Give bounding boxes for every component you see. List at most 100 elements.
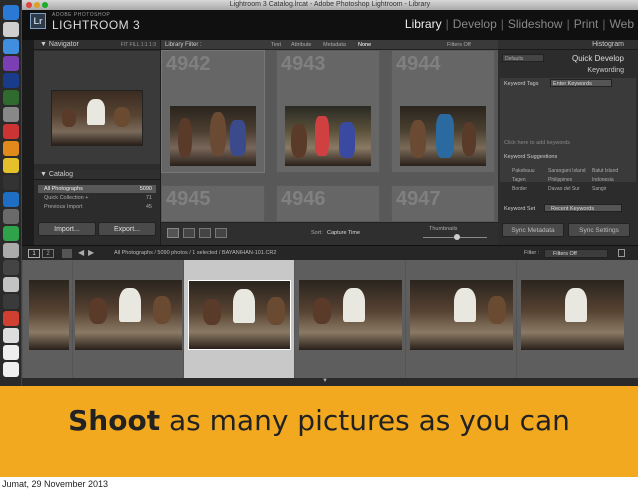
skype-icon[interactable] [3,5,19,20]
app-icon[interactable] [3,107,19,122]
app-icon[interactable] [3,311,19,326]
app-icon[interactable] [3,328,19,343]
filmstrip-filter-select[interactable]: Filters Off [544,249,608,258]
window-2-button[interactable]: 2 [42,249,54,258]
loupe-view-icon[interactable] [183,228,195,238]
trash-icon[interactable] [3,362,19,377]
app-icon[interactable] [3,345,19,360]
catalog-item-quick-collection[interactable]: Quick Collection + 71 [38,194,156,202]
suggestion-5[interactable]: Indonesia [592,177,614,183]
module-slideshow[interactable]: Slideshow [508,17,563,31]
suggestion-1[interactable]: Sarangani Island [548,168,586,174]
catalog-header[interactable]: ▼ Catalog [34,170,160,180]
module-print[interactable]: Print [574,17,599,31]
suggestion-7[interactable]: Davao del Sur [548,186,580,192]
app-icon[interactable] [3,277,19,292]
app-icon[interactable] [3,90,19,105]
histogram-header[interactable]: Histogram [498,40,638,50]
module-web[interactable]: Web [610,17,634,31]
grid-cell[interactable]: 4947 [391,185,495,222]
module-library[interactable]: Library [405,17,442,31]
grid-cell[interactable]: 4943 [276,50,380,173]
film-photo [410,280,513,350]
catalog-item-all-photographs[interactable]: All Photographs 5090 [38,185,156,193]
forward-arrow-icon[interactable]: ▶ [88,248,94,257]
film-cell[interactable] [22,260,72,378]
app-icon[interactable] [3,124,19,139]
suggestion-4[interactable]: Philippines [548,177,572,183]
lr-logo: Lr [30,13,46,29]
quick-develop-header[interactable]: Quick Develop [572,54,624,63]
app-icon[interactable] [3,260,19,275]
app-icon[interactable] [3,243,19,258]
film-cell[interactable] [294,260,405,378]
sync-settings-button[interactable]: Sync Settings [568,223,630,237]
grid-view: 4942 4943 4944 4945 4946 4947 [161,50,519,222]
enter-keywords-select[interactable]: Enter Keywords [550,79,612,87]
suggestion-2[interactable]: Balut Island [592,168,618,174]
suggestion-8[interactable]: Sangir [592,186,606,192]
sync-metadata-button[interactable]: Sync Metadata [502,223,564,237]
defaults-select[interactable]: Defaults [502,54,544,62]
keyword-suggestions-label: Keyword Suggestions [504,154,558,160]
app-icon[interactable] [3,226,19,241]
sort-select[interactable]: Capture Time [327,230,360,236]
film-cell-selected[interactable] [183,260,294,378]
app-icon[interactable] [3,192,19,207]
thumbnail-photo [285,106,371,166]
navigator-header[interactable]: ▼ Navigator FIT FILL 1:1 1:3 [34,40,160,50]
grid-cell[interactable]: 4942 [161,50,265,173]
survey-view-icon[interactable] [215,228,227,238]
module-develop[interactable]: Develop [453,17,497,31]
app-icon[interactable] [3,56,19,71]
dock [0,0,22,386]
film-cell[interactable] [405,260,516,378]
left-panel: ▼ Navigator FIT FILL 1:1 1:3 ▼ Catalog A… [34,40,160,245]
filter-none[interactable]: None [358,42,371,48]
caption-rest: as many pictures as you can [160,404,570,437]
back-arrow-icon[interactable]: ◀ [78,248,84,257]
grid-cell[interactable]: 4945 [161,185,265,222]
app-icon[interactable] [3,209,19,224]
filter-metadata[interactable]: Metadata [323,42,346,48]
minimize-icon[interactable] [34,2,40,8]
close-icon[interactable] [26,2,32,8]
grid-cell[interactable]: 4946 [276,185,380,222]
film-cell[interactable] [72,260,183,378]
import-button[interactable]: Import... [38,222,96,236]
filter-text[interactable]: Text [271,42,281,48]
app-icon[interactable] [3,175,19,190]
click-here-add-keywords[interactable]: Click here to add keywords [504,140,570,146]
zoom-icon[interactable] [42,2,48,8]
app-icon[interactable] [3,294,19,309]
recent-keywords-select[interactable]: Recent Keywords [544,204,622,212]
window-1-button[interactable]: 1 [28,249,40,258]
filter-attribute[interactable]: Attribute [291,42,311,48]
zoom-options[interactable]: FIT FILL 1:1 1:3 [121,40,156,50]
suggestion-6[interactable]: Border [512,186,527,192]
filmstrip-scrollbar[interactable]: ▼ [22,378,638,386]
identity-plate: Lr ADOBE PHOTOSHOP LIGHTROOM 3 Library | D… [22,10,638,40]
film-photo [75,280,182,350]
grid-view-icon[interactable] [167,228,179,238]
suggestion-3[interactable]: Tagen [512,177,526,183]
filmstrip-path[interactable]: All Photographs / 5090 photos / 1 select… [114,250,276,256]
catalog-item-previous-import[interactable]: Previous Import 45 [38,203,156,211]
suggestion-0[interactable]: Pakebauu [512,168,535,174]
filters-off-select[interactable]: Filters Off [447,42,471,48]
app-icon[interactable] [3,141,19,156]
grid-icon[interactable] [62,249,72,258]
grid-cell[interactable]: 4944 [391,50,495,173]
navigator-preview[interactable] [34,51,160,164]
keywording-header[interactable]: Keywording [587,67,624,74]
photoshop-icon[interactable] [3,73,19,88]
chevron-down-icon[interactable]: ▼ [322,378,332,384]
export-button[interactable]: Export... [98,222,156,236]
app-icon[interactable] [3,158,19,173]
app-icon[interactable] [3,39,19,54]
compare-view-icon[interactable] [199,228,211,238]
filter-lock-icon[interactable] [618,249,625,257]
finder-icon[interactable] [3,22,19,37]
slider-thumb[interactable] [454,234,460,240]
film-cell[interactable] [516,260,638,378]
